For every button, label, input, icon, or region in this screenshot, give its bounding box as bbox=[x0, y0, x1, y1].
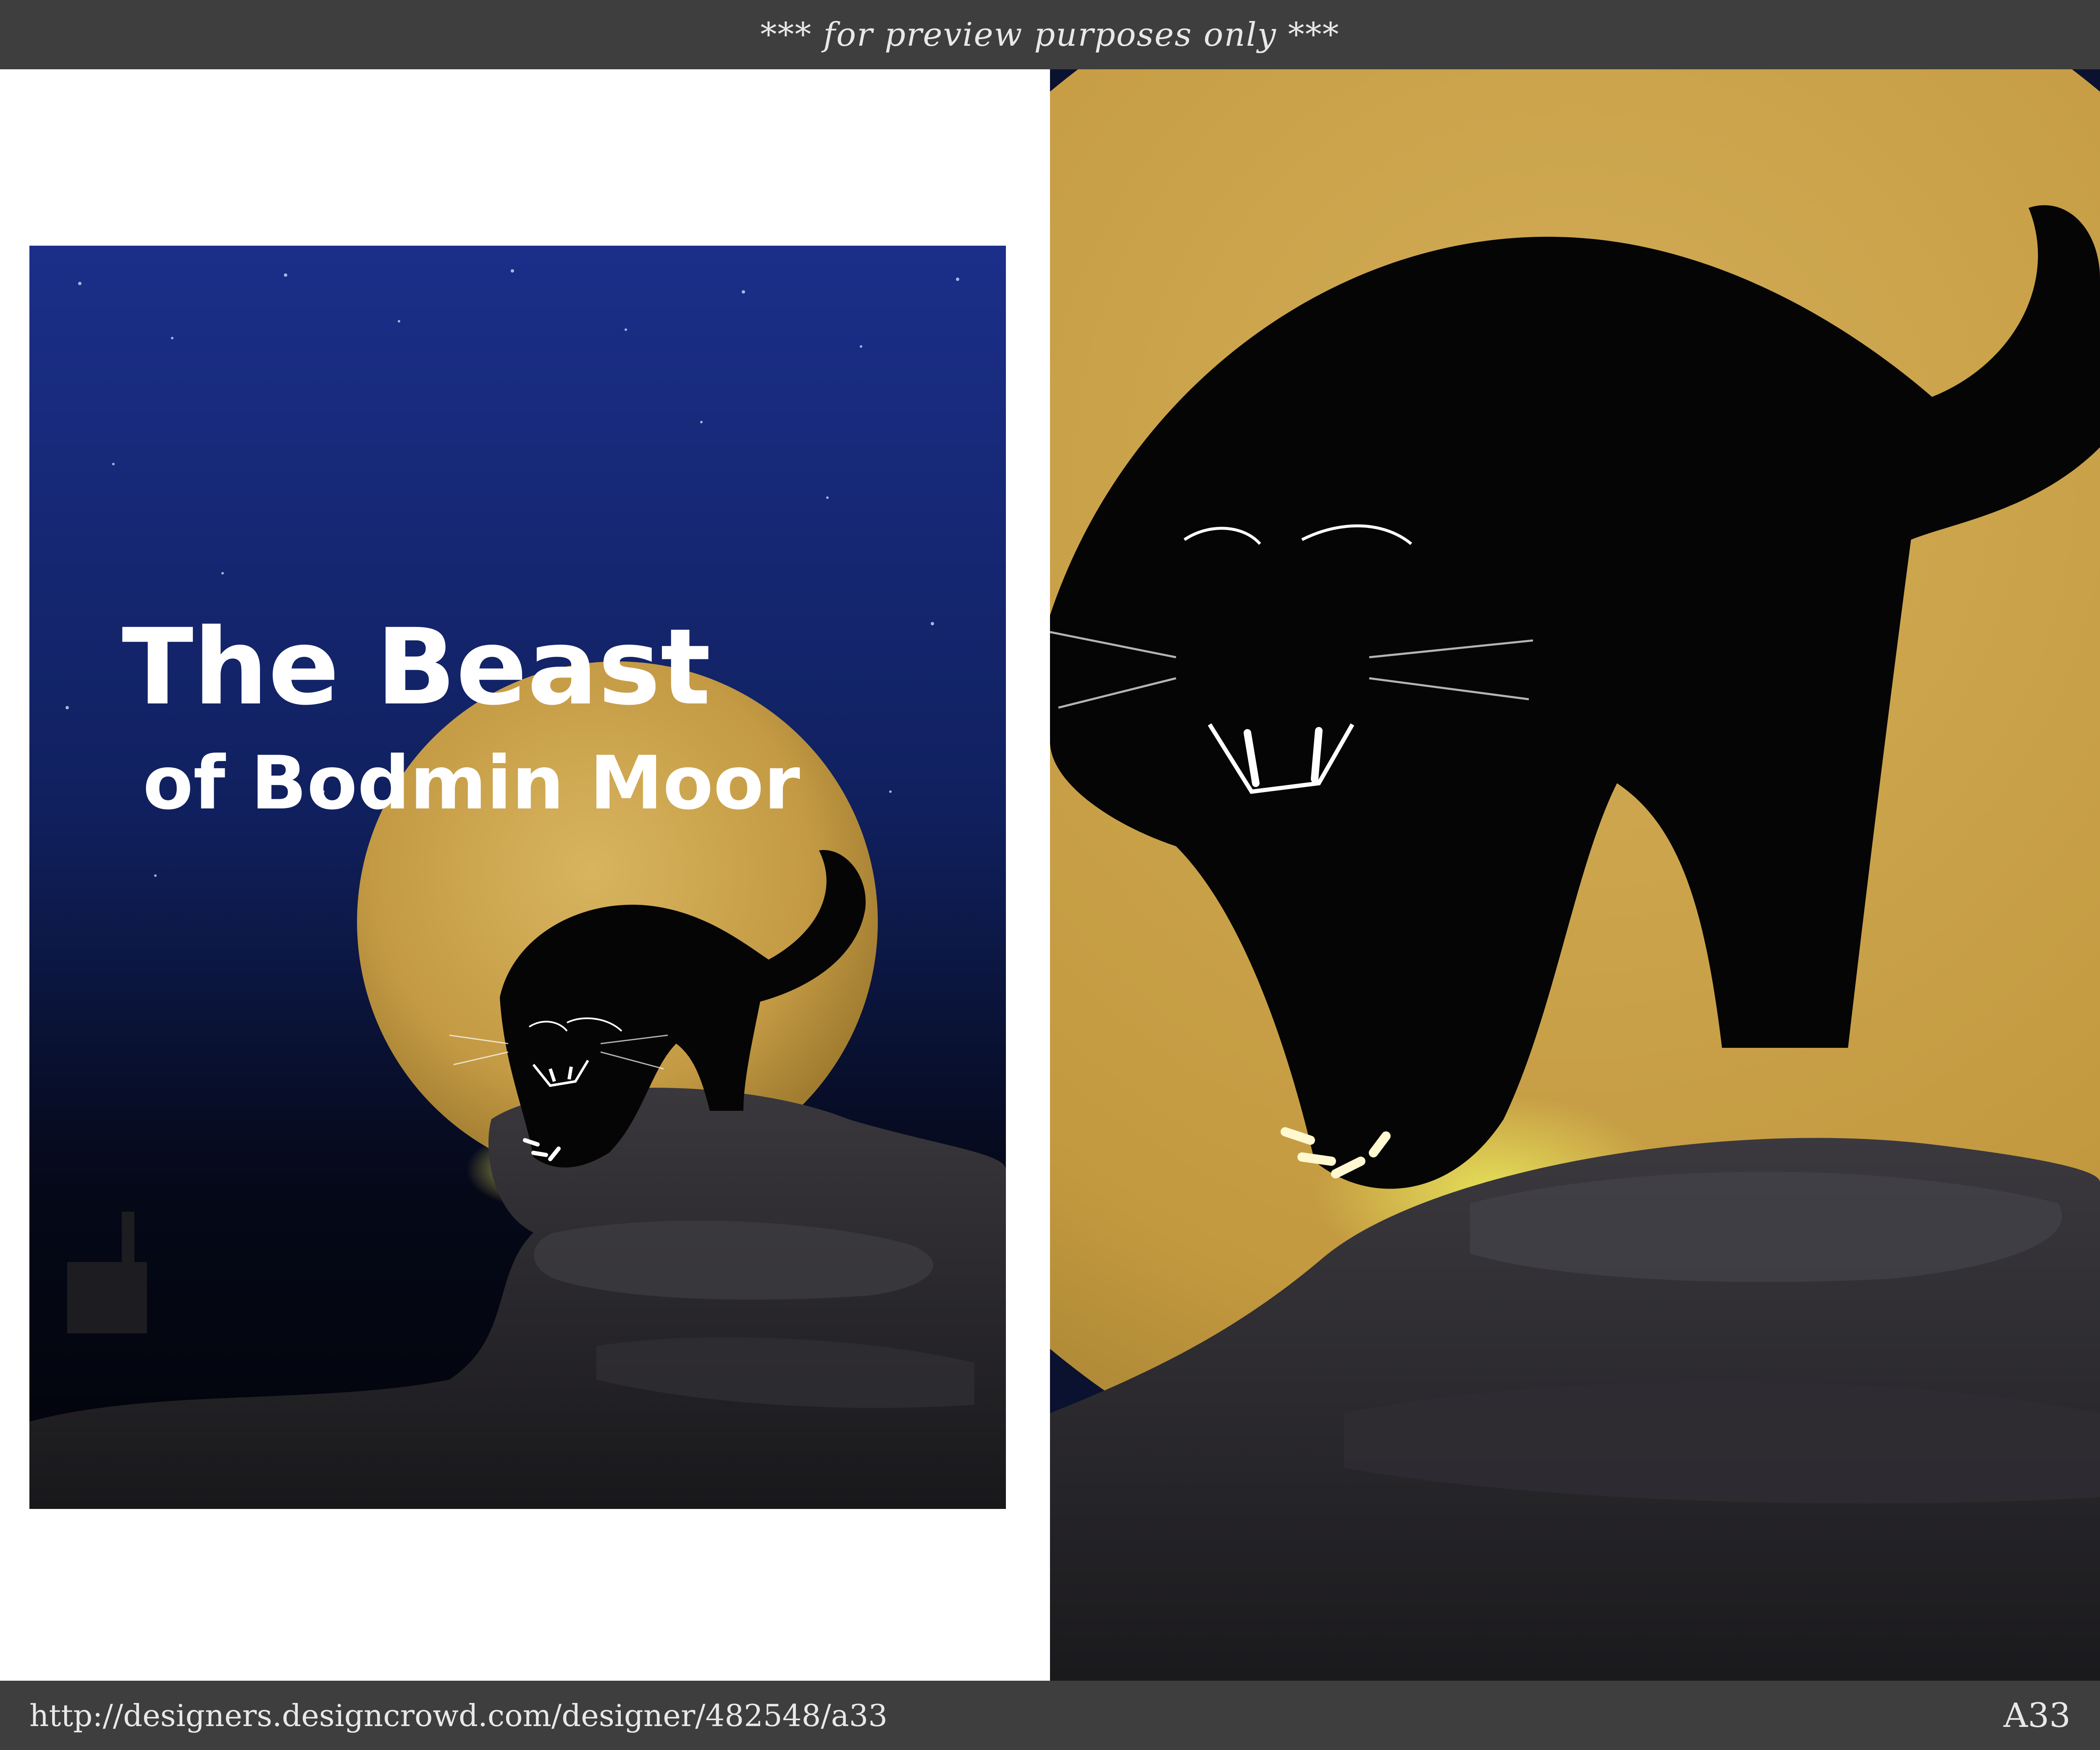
design-code: A33 bbox=[2003, 1696, 2071, 1735]
zoomed-artwork bbox=[1050, 69, 2100, 1681]
book-cover-preview: The Beast of Bodmin Moor bbox=[29, 246, 1006, 1509]
cover-artwork: The Beast of Bodmin Moor bbox=[29, 246, 1006, 1509]
designer-url-link[interactable]: http://designers.designcrowd.com/designe… bbox=[29, 1698, 887, 1733]
footer-bar: http://designers.designcrowd.com/designe… bbox=[0, 1681, 2100, 1750]
cover-title-line2: of Bodmin Moor bbox=[143, 741, 800, 826]
preview-notice-bar: *** for preview purposes only *** bbox=[0, 0, 2100, 69]
zoomed-detail-preview bbox=[1050, 69, 2100, 1681]
preview-notice-text: *** for preview purposes only *** bbox=[760, 16, 1340, 54]
cover-title-line1: The Beast bbox=[122, 606, 711, 728]
